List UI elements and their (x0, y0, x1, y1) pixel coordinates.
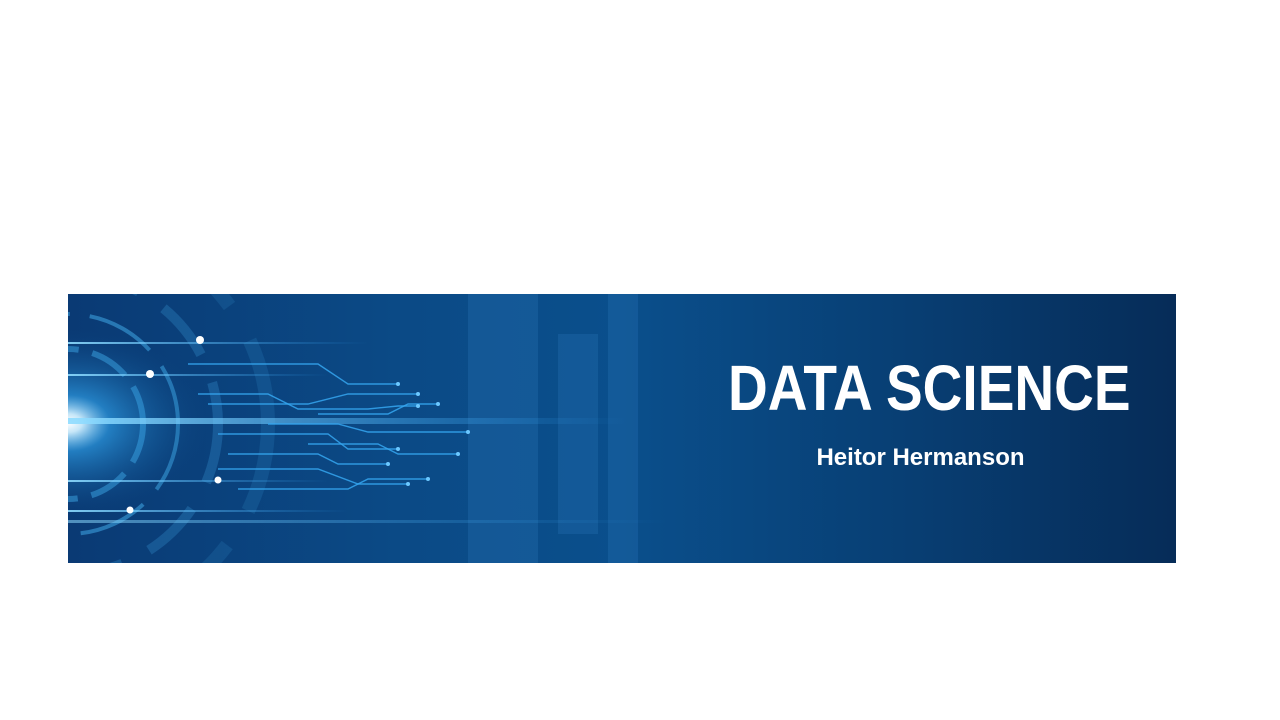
author-name: Heitor Hermanson (816, 444, 1025, 471)
slide-title: DATA SCIENCE (728, 352, 1131, 424)
title-banner: DATA SCIENCE Heitor Hermanson (68, 294, 1176, 563)
circuit-tech-graphic (68, 294, 668, 563)
slide: DATA SCIENCE Heitor Hermanson (0, 0, 1280, 720)
